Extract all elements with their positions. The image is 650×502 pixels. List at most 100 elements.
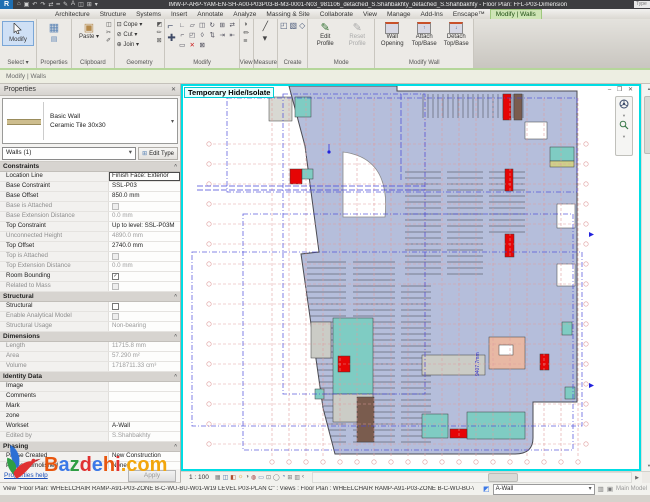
- tab-insert[interactable]: Insert: [166, 10, 192, 19]
- temporary-hide-isolate-icon[interactable]: ◔: [282, 474, 286, 481]
- create-group-icon[interactable]: ◰: [280, 21, 288, 30]
- checkbox[interactable]: [112, 303, 119, 310]
- crop-view-icon[interactable]: ▭: [258, 474, 264, 481]
- property-value[interactable]: New Construction: [109, 452, 180, 461]
- collapse-icon[interactable]: ‹: [302, 474, 304, 481]
- section-icon[interactable]: ⊞: [87, 1, 92, 8]
- grid-bubble[interactable]: [270, 460, 274, 464]
- chevron-down-icon[interactable]: ▼: [622, 134, 626, 139]
- property-value[interactable]: [109, 412, 180, 421]
- property-value[interactable]: 2740.0 mm: [109, 242, 180, 251]
- grid-bubble[interactable]: [584, 362, 588, 366]
- copy-modify-icon[interactable]: ◫: [198, 21, 207, 30]
- close-icon[interactable]: ✕: [171, 86, 176, 93]
- dimension-text[interactable]: 9407.7mm: [475, 352, 481, 376]
- grid-bubble[interactable]: [389, 460, 393, 464]
- grid-bubble[interactable]: [525, 460, 529, 464]
- room[interactable]: [295, 97, 311, 117]
- grid-bubble[interactable]: [584, 222, 588, 226]
- create-parts-icon[interactable]: ◇: [299, 21, 305, 30]
- save-icon[interactable]: ▣: [24, 1, 30, 8]
- grid-bubble[interactable]: [338, 460, 342, 464]
- hide-icon[interactable]: ◑: [243, 21, 249, 28]
- floor-plan-drawing[interactable]: 9407.7mm: [183, 86, 635, 469]
- worksharing-display-icon[interactable]: ▥: [294, 474, 300, 481]
- tab-systems[interactable]: Systems: [131, 10, 166, 19]
- render-icon[interactable]: ◍: [251, 474, 256, 481]
- grid-bubble[interactable]: [321, 460, 325, 464]
- properties-palette-header[interactable]: Properties ✕: [0, 84, 180, 96]
- grid-bubble[interactable]: [584, 162, 588, 166]
- room[interactable]: [505, 169, 513, 191]
- elevation-marker[interactable]: [589, 232, 594, 237]
- grid-bubble[interactable]: [584, 282, 588, 286]
- properties-toggle-button[interactable]: ▦ ▤: [39, 21, 69, 47]
- unpin-icon[interactable]: ⇅: [208, 31, 217, 40]
- view-scale[interactable]: 1 : 100: [181, 474, 215, 481]
- drawing-area[interactable]: Temporary Hide/Isolate ‒ ❒ ✕ ▼ ▼ 9407.7m…: [181, 84, 641, 471]
- unlock-view-icon[interactable]: ◯: [273, 474, 280, 481]
- collapse-icon[interactable]: ^: [174, 294, 177, 300]
- type-selector[interactable]: Basic Wall Ceramic Tile 30x30 ▾: [2, 98, 178, 144]
- collapse-icon[interactable]: ^: [174, 164, 177, 170]
- grid-bubble[interactable]: [355, 460, 359, 464]
- grid-bubble[interactable]: [207, 182, 211, 186]
- apply-button[interactable]: Apply: [128, 470, 176, 482]
- room[interactable]: [565, 387, 575, 399]
- grid-bubble[interactable]: [440, 460, 444, 464]
- tab-massing-site[interactable]: Massing & Site: [261, 10, 314, 19]
- attach-top-base-button[interactable]: ↑Attach Top/Base: [409, 21, 439, 49]
- grid-bubble[interactable]: [207, 142, 211, 146]
- property-value[interactable]: A-Wall: [109, 422, 180, 431]
- room[interactable]: [311, 322, 331, 358]
- tab-structure[interactable]: Structure: [95, 10, 131, 19]
- print-icon[interactable]: ⇄: [48, 1, 53, 8]
- grid-bubble[interactable]: [576, 460, 580, 464]
- scale-icon[interactable]: ⇄: [228, 21, 237, 30]
- grid-bubble[interactable]: [207, 242, 211, 246]
- room[interactable]: [450, 429, 467, 438]
- element-filter-dropdown[interactable]: Walls (1)▾: [2, 147, 136, 160]
- grid-bubble[interactable]: [584, 302, 588, 306]
- property-value[interactable]: Finish Face: Exterior: [109, 172, 180, 181]
- grid-bubble[interactable]: [584, 442, 588, 446]
- section-header-constraints[interactable]: Constraints^: [0, 162, 180, 172]
- grid-bubble[interactable]: [207, 302, 211, 306]
- room[interactable]: [540, 354, 549, 370]
- pin-icon[interactable]: ◊: [198, 31, 207, 40]
- tab-annotate[interactable]: Annotate: [192, 10, 228, 19]
- property-value[interactable]: SSL-P03: [109, 182, 180, 191]
- tab-architecture[interactable]: Architecture: [50, 10, 95, 19]
- cope-button[interactable]: ⊡ Cope ▾: [117, 21, 155, 30]
- undo-icon[interactable]: ↶: [32, 1, 37, 8]
- property-value[interactable]: [109, 402, 180, 411]
- temporary-hide-isolate-badge[interactable]: Temporary Hide/Isolate: [184, 87, 274, 98]
- paste-button[interactable]: ▣ Paste ▾: [74, 21, 104, 42]
- horizontal-scroll-thumb[interactable]: [488, 473, 518, 482]
- editable-only-icon[interactable]: ▥: [598, 485, 604, 493]
- wall-joins-icon[interactable]: ▭: [178, 41, 187, 50]
- chevron-down-icon[interactable]: ▼: [622, 113, 626, 118]
- revit-logo-icon[interactable]: R: [0, 0, 13, 9]
- grid-bubble[interactable]: [207, 222, 211, 226]
- tab-collaborate[interactable]: Collaborate: [315, 10, 358, 19]
- vertical-scroll-thumb[interactable]: [644, 96, 650, 154]
- aligned-dimension-icon[interactable]: ✎: [63, 1, 68, 8]
- building-footprint[interactable]: [289, 86, 577, 454]
- view-window-controls[interactable]: ‒ ❒ ✕: [608, 86, 635, 93]
- property-value[interactable]: 850.0 mm: [109, 192, 180, 201]
- grid-bubble[interactable]: [491, 460, 495, 464]
- grid-bubble[interactable]: [584, 182, 588, 186]
- grid-bubble[interactable]: [584, 402, 588, 406]
- grid-bubble[interactable]: [207, 282, 211, 286]
- collapse-icon[interactable]: ^: [174, 374, 177, 380]
- room[interactable]: [269, 97, 292, 121]
- grid-bubble[interactable]: [559, 460, 563, 464]
- grid-bubble[interactable]: [457, 460, 461, 464]
- section-header-identity-data[interactable]: Identity Data^: [0, 372, 180, 382]
- grid-bubble[interactable]: [207, 382, 211, 386]
- grid-bubble[interactable]: [474, 460, 478, 464]
- delete-icon[interactable]: ✕: [188, 41, 197, 50]
- shadows-icon[interactable]: ◑: [245, 474, 249, 481]
- scale-list-icon[interactable]: ▦: [215, 474, 221, 481]
